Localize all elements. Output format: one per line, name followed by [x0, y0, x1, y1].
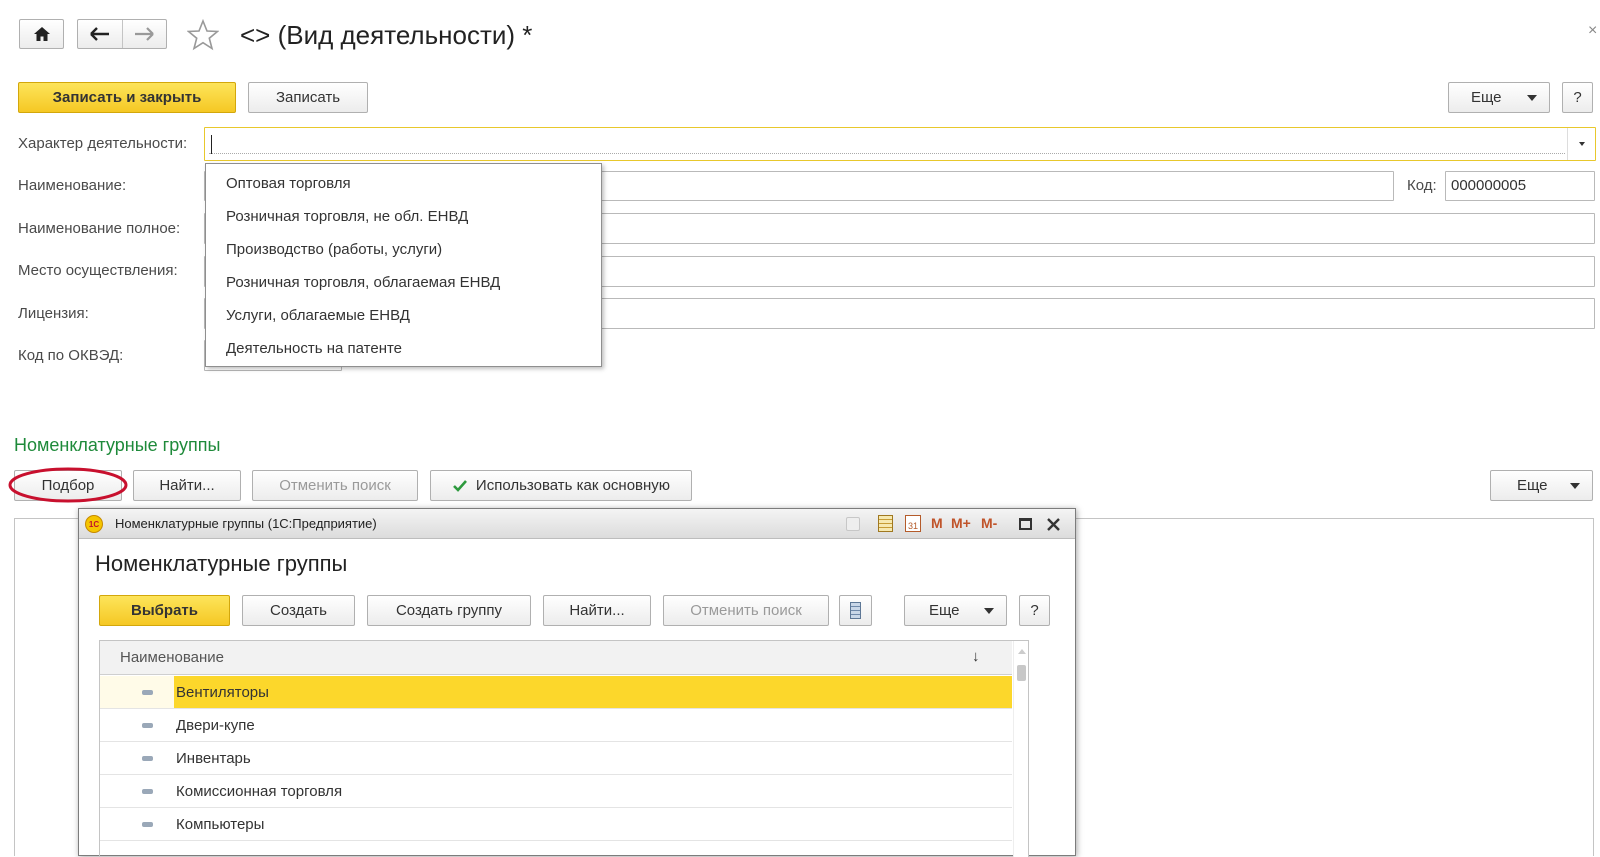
close-icon[interactable]: ×	[1588, 22, 1597, 40]
list-icon	[850, 602, 861, 619]
okved-label: Код по ОКВЭД:	[18, 347, 124, 364]
code-label: Код:	[1407, 177, 1437, 194]
more-label: Еще	[1471, 89, 1502, 106]
row-name: Компьютеры	[176, 815, 265, 833]
favorite-button[interactable]	[186, 18, 220, 52]
page-title: <> (Вид деятельности) *	[240, 20, 533, 50]
dialog-more-button[interactable]: Еще	[904, 595, 1007, 626]
table-row[interactable]: Компьютеры	[100, 808, 1012, 841]
forward-button[interactable]	[123, 20, 167, 48]
item-icon	[142, 723, 153, 728]
create-button[interactable]: Создать	[242, 595, 355, 626]
groups-more-button[interactable]: Еще	[1490, 470, 1593, 501]
activity-nature-dropdown-list: Оптовая торговля Розничная торговля, не …	[205, 163, 602, 367]
bookmark-icon[interactable]	[846, 517, 860, 531]
list-settings-button[interactable]	[839, 595, 872, 626]
save-button[interactable]: Записать	[248, 82, 368, 113]
dialog-window: 1С Номенклатурные группы (1С:Предприятие…	[78, 508, 1076, 857]
use-as-main-label: Использовать как основную	[475, 477, 671, 494]
more-button[interactable]: Еще	[1448, 82, 1550, 113]
item-icon	[142, 756, 153, 761]
dropdown-option[interactable]: Производство (работы, услуги)	[226, 241, 442, 258]
row-name: Вентиляторы	[176, 683, 269, 701]
chevron-down-icon	[1570, 483, 1580, 489]
app-logo-label: 1С	[88, 519, 100, 529]
dialog-find-button[interactable]: Найти...	[543, 595, 651, 626]
star-icon	[187, 19, 219, 51]
scroll-up-icon[interactable]	[1018, 649, 1026, 654]
dialog-more-label: Еще	[929, 602, 960, 619]
help-button[interactable]: ?	[1562, 82, 1593, 113]
dialog-window-title: Номенклатурные группы (1С:Предприятие)	[115, 516, 377, 531]
full-name-label: Наименование полное:	[18, 220, 181, 237]
place-label: Место осуществления:	[18, 262, 178, 279]
create-group-button[interactable]: Создать группу	[367, 595, 531, 626]
memory-plus-button[interactable]: M+	[951, 515, 971, 531]
dropdown-option[interactable]: Деятельность на патенте	[226, 340, 402, 357]
text-cursor	[211, 135, 212, 154]
row-selection	[174, 676, 1012, 708]
sort-arrow-icon: ↓	[972, 648, 980, 665]
list-scrollbar[interactable]	[1013, 641, 1028, 857]
column-header-label: Наименование	[120, 649, 224, 666]
home-button[interactable]	[19, 19, 64, 49]
item-icon	[142, 789, 153, 794]
item-icon	[142, 690, 153, 695]
chevron-down-icon	[1578, 142, 1585, 146]
groups-section-title: Номенклатурные группы	[14, 435, 221, 455]
select-button[interactable]: Выбрать	[99, 595, 230, 626]
cancel-search-button[interactable]: Отменить поиск	[252, 470, 418, 501]
chevron-down-icon	[984, 608, 994, 614]
dialog-heading: Номенклатурные группы	[95, 551, 348, 576]
save-and-close-button[interactable]: Записать и закрыть	[18, 82, 236, 113]
chevron-down-icon	[1527, 95, 1537, 101]
code-field[interactable]: 000000005	[1445, 171, 1595, 201]
row-name: Инвентарь	[176, 749, 251, 767]
groups-more-label: Еще	[1517, 477, 1548, 494]
column-header-name[interactable]: Наименование ↓	[100, 641, 1012, 675]
close-icon[interactable]	[1047, 518, 1060, 531]
use-as-main-button[interactable]: Использовать как основную	[430, 470, 692, 501]
name-label: Наименование:	[18, 177, 127, 194]
calendar-icon[interactable]: 31	[905, 515, 921, 532]
dropdown-option[interactable]: Оптовая торговля	[226, 175, 351, 192]
groups-list: Наименование ↓ Вентиляторы Двери-купе Ин…	[99, 640, 1029, 857]
calculator-icon[interactable]	[878, 515, 893, 532]
dialog-titlebar: 1С Номенклатурные группы (1С:Предприятие…	[79, 509, 1075, 539]
dialog-help-button[interactable]: ?	[1019, 595, 1050, 626]
memory-minus-button[interactable]: M-	[981, 515, 997, 531]
activity-nature-underline	[209, 153, 1565, 154]
calendar-day: 31	[907, 521, 918, 531]
table-row[interactable]: Двери-купе	[100, 709, 1012, 742]
dialog-cancel-search-button[interactable]: Отменить поиск	[663, 595, 829, 626]
code-value: 000000005	[1451, 177, 1527, 194]
highlight-oval	[8, 467, 128, 503]
table-row[interactable]: Вентиляторы	[100, 676, 1012, 709]
row-name: Комиссионная торговля	[176, 782, 343, 800]
arrow-right-icon	[135, 27, 155, 41]
table-row[interactable]: Инвентарь	[100, 742, 1012, 775]
table-row[interactable]: Комиссионная торговля	[100, 775, 1012, 808]
memory-m-button[interactable]: M	[931, 515, 943, 531]
find-button[interactable]: Найти...	[133, 470, 241, 501]
nav-group	[77, 19, 167, 49]
dropdown-option[interactable]: Розничная торговля, не обл. ЕНВД	[226, 208, 468, 225]
activity-nature-dropdown-button[interactable]	[1567, 128, 1595, 160]
activity-nature-field[interactable]	[204, 127, 1596, 161]
maximize-icon[interactable]	[1019, 518, 1032, 530]
dropdown-option[interactable]: Услуги, облагаемые ЕНВД	[226, 307, 410, 324]
row-name: Двери-купе	[176, 716, 255, 734]
dropdown-option[interactable]: Розничная торговля, облагаемая ЕНВД	[226, 274, 500, 291]
back-button[interactable]	[78, 20, 123, 48]
checkmark-icon	[453, 479, 467, 492]
app-logo-icon: 1С	[85, 515, 103, 533]
scrollbar-thumb[interactable]	[1017, 665, 1026, 681]
item-icon	[142, 822, 153, 827]
license-label: Лицензия:	[18, 305, 89, 322]
home-icon	[33, 27, 50, 41]
activity-nature-label: Характер деятельности:	[18, 135, 188, 152]
arrow-left-icon	[89, 27, 109, 41]
